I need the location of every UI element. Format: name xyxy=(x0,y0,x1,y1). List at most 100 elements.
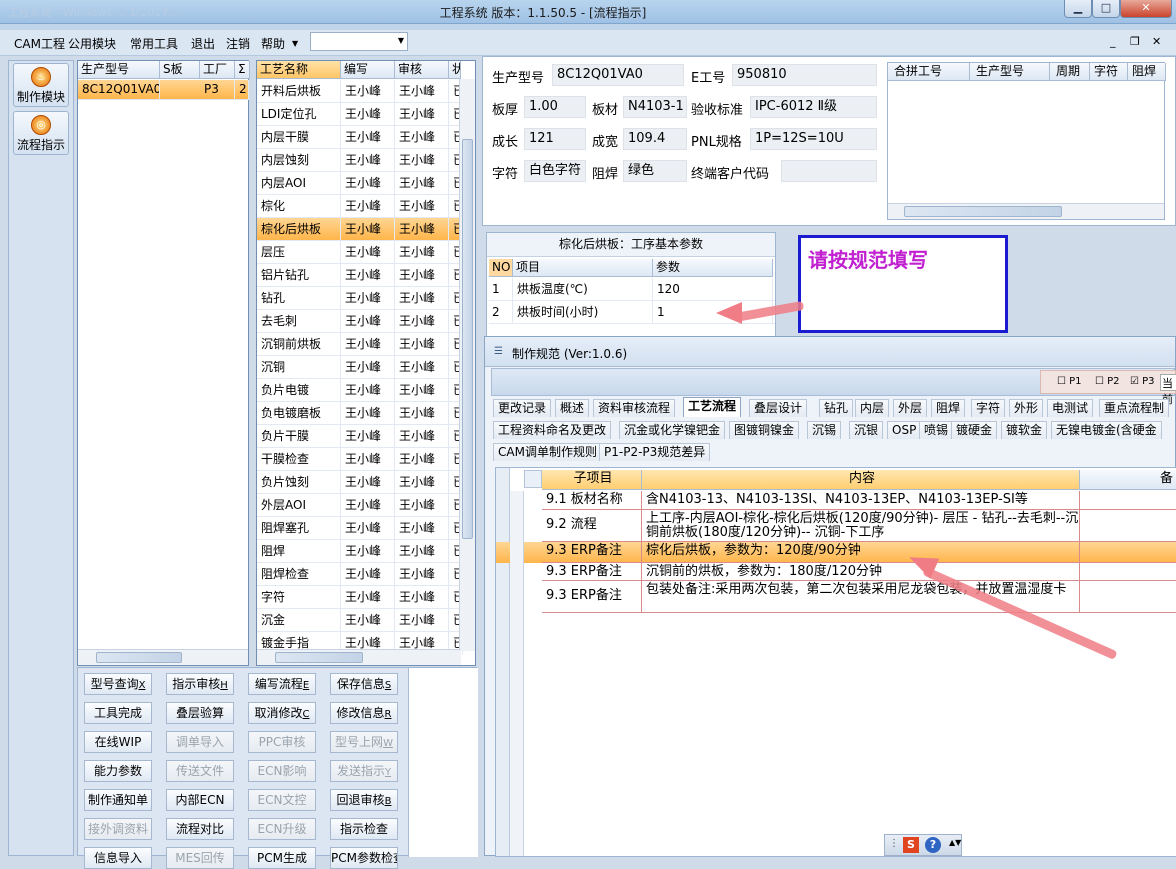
char-field[interactable]: 白色字符 xyxy=(524,160,586,182)
action-button[interactable]: 传送文件 xyxy=(166,760,234,782)
tab-tabs1-7[interactable]: 外层 xyxy=(893,399,928,417)
table-row[interactable]: 沉铜前烘板王小峰王小峰已 xyxy=(257,333,463,356)
col-header-sub-item[interactable]: 子项目 xyxy=(542,470,642,490)
action-button[interactable]: 信息导入 xyxy=(84,847,152,869)
col-header-factory[interactable]: 工厂 xyxy=(200,61,235,79)
mask-field[interactable]: 绿色 xyxy=(623,160,687,182)
col-header-combine-no[interactable]: 合拼工号 xyxy=(888,63,970,81)
scroll-thumb[interactable] xyxy=(904,206,1062,217)
p3-checkbox[interactable]: ☑ P3 xyxy=(1130,376,1155,387)
tab-tabs2-2[interactable]: 图镀铜镍金 xyxy=(729,421,800,439)
tab-tabs1-11[interactable]: 电测试 xyxy=(1047,399,1094,417)
table-row[interactable]: 棕化后烘板王小峰王小峰已 xyxy=(257,218,463,241)
current-button[interactable]: 当前 xyxy=(1160,374,1176,406)
pnl-field[interactable]: 1P=12S=10U xyxy=(750,128,877,150)
make-module-button[interactable]: ♨ 制作模块 xyxy=(13,63,69,107)
help-icon[interactable]: ? xyxy=(925,837,941,853)
scroll-thumb[interactable] xyxy=(275,652,363,663)
action-button[interactable]: ECN升级 xyxy=(248,818,316,840)
col-header-mask[interactable]: 阻焊 xyxy=(1128,63,1166,81)
flow-instruction-button[interactable]: ◎ 流程指示 xyxy=(13,111,69,155)
thickness-field[interactable]: 1.00 xyxy=(524,96,586,118)
table-row[interactable]: 钻孔王小峰王小峰已 xyxy=(257,287,463,310)
tab-tabs2-6[interactable]: 喷锡 xyxy=(919,421,954,439)
action-button[interactable]: 型号上网W xyxy=(330,731,398,753)
tab-tabs2-4[interactable]: 沉银 xyxy=(849,421,884,439)
col-header-char[interactable]: 字符 xyxy=(1090,63,1128,81)
material-field[interactable]: N4103-1 xyxy=(623,96,687,118)
mdi-restore-button[interactable]: ❐ xyxy=(1130,35,1140,48)
table-row[interactable]: 负片干膜王小峰王小峰已 xyxy=(257,425,463,448)
width-field[interactable]: 109.4 xyxy=(623,128,687,150)
table-row[interactable]: 内层蚀刻王小峰王小峰已 xyxy=(257,149,463,172)
table-row[interactable]: 棕化王小峰王小峰已 xyxy=(257,195,463,218)
col-header-s-board[interactable]: S板 xyxy=(160,61,200,79)
col-header-content[interactable]: 内容 xyxy=(642,470,1080,490)
table-row[interactable]: 负电镀磨板王小峰王小峰已 xyxy=(257,402,463,425)
action-button[interactable]: 制作通知单 xyxy=(84,789,152,811)
action-button[interactable]: PCM生成 xyxy=(248,847,316,869)
action-button[interactable]: 叠层验算 xyxy=(166,702,234,724)
action-button[interactable]: 指示审核H xyxy=(166,673,234,695)
table-row[interactable]: 去毛刺王小峰王小峰已 xyxy=(257,310,463,333)
table-row[interactable]: LDI定位孔王小峰王小峰已 xyxy=(257,103,463,126)
action-button[interactable]: 调单导入 xyxy=(166,731,234,753)
tab-tabs1-0[interactable]: 更改记录 xyxy=(493,399,552,417)
tab-tabs1-5[interactable]: 钻孔 xyxy=(819,399,854,417)
action-button[interactable]: 编写流程E xyxy=(248,673,316,695)
action-button[interactable]: PPC审核 xyxy=(248,731,316,753)
end-customer-field[interactable] xyxy=(781,160,877,182)
input-method-icon[interactable]: S xyxy=(903,837,919,853)
action-button[interactable]: 指示检查 xyxy=(330,818,398,840)
tab-tabs2-3[interactable]: 沉锡 xyxy=(807,421,842,439)
table-row[interactable]: 8C12Q01VA0 P3 2 xyxy=(78,80,249,100)
action-button[interactable]: 修改信息R xyxy=(330,702,398,724)
tab-tabs2-9[interactable]: 无镍电镀金(含硬金 xyxy=(1051,421,1162,439)
mdi-minimize-button[interactable]: _ xyxy=(1110,35,1116,48)
tab-tabs1-12[interactable]: 重点流程制 xyxy=(1099,399,1170,417)
tab-tabs1-9[interactable]: 字符 xyxy=(971,399,1006,417)
col-header-param[interactable]: 参数 xyxy=(653,259,773,277)
col-header-model[interactable]: 生产型号 xyxy=(78,61,160,79)
toolbar-combo[interactable]: ▼ xyxy=(310,32,408,51)
col-header-item[interactable]: 项目 xyxy=(513,259,653,277)
horizontal-scrollbar[interactable] xyxy=(257,649,461,665)
tab-tabs2-8[interactable]: 镀软金 xyxy=(1001,421,1048,439)
menu-exit[interactable]: 退出 xyxy=(191,35,215,52)
minimize-button[interactable]: ▁ xyxy=(1064,0,1092,18)
tab-tabs1-8[interactable]: 阻焊 xyxy=(931,399,966,417)
table-row[interactable]: 9.1 板材名称 含N4103-13、N4103-13SI、N4103-13EP、… xyxy=(496,491,1176,510)
action-button[interactable]: 在线WIP xyxy=(84,731,152,753)
tray-arrow-icon[interactable]: ▲▼ xyxy=(949,838,961,847)
menu-help[interactable]: 帮助 xyxy=(261,35,285,52)
table-row[interactable]: 外层AOI王小峰王小峰已 xyxy=(257,494,463,517)
action-button[interactable]: PCM参数检查 xyxy=(330,847,398,869)
table-row[interactable]: 干膜检查王小峰王小峰已 xyxy=(257,448,463,471)
table-row[interactable]: 层压王小峰王小峰已 xyxy=(257,241,463,264)
col-header-period[interactable]: 周期 xyxy=(1050,63,1090,81)
scroll-thumb[interactable] xyxy=(462,139,473,539)
menu-dropdown-icon[interactable]: ▼ xyxy=(292,39,298,48)
tab-tabs1-6[interactable]: 内层 xyxy=(855,399,890,417)
col-header-combine-model[interactable]: 生产型号 xyxy=(970,63,1050,81)
table-row[interactable]: 铝片钻孔王小峰王小峰已 xyxy=(257,264,463,287)
vertical-scrollbar[interactable] xyxy=(459,79,475,651)
menu-cam[interactable]: CAM工程 xyxy=(14,35,65,52)
tab-tabs1-3[interactable]: 工艺流程 xyxy=(683,397,742,417)
action-button[interactable]: 发送指示Y xyxy=(330,760,398,782)
prod-model-field[interactable]: 8C12Q01VA0 xyxy=(552,64,684,86)
close-button[interactable]: ✕ xyxy=(1120,0,1172,18)
table-row[interactable]: 阻焊王小峰王小峰已 xyxy=(257,540,463,563)
acceptance-field[interactable]: IPC-6012 Ⅱ级 xyxy=(750,96,877,118)
table-row[interactable]: 负片蚀刻王小峰王小峰已 xyxy=(257,471,463,494)
p2-checkbox[interactable]: ☐ P2 xyxy=(1095,376,1120,387)
tab-tabs1-4[interactable]: 叠层设计 xyxy=(749,399,808,417)
maximize-button[interactable]: □ xyxy=(1092,0,1120,18)
table-row[interactable]: 负片电镀王小峰王小峰已 xyxy=(257,379,463,402)
table-row[interactable]: 内层AOI王小峰王小峰已 xyxy=(257,172,463,195)
action-button[interactable]: 流程对比 xyxy=(166,818,234,840)
tab-tabs1-2[interactable]: 资料审核流程 xyxy=(593,399,676,417)
action-button[interactable]: 内部ECN xyxy=(166,789,234,811)
tab-tabs3-0[interactable]: CAM调单制作规则 xyxy=(493,443,602,461)
length-field[interactable]: 121 xyxy=(524,128,586,150)
